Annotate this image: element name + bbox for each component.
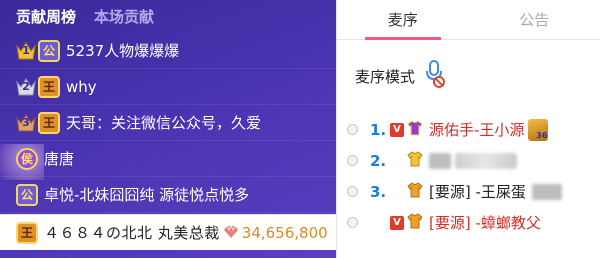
blurred-content <box>429 152 451 169</box>
ranking-user-name: why <box>66 77 97 96</box>
ranking-row[interactable]: 1 公 5237人物爆爆爆 <box>0 33 336 69</box>
rank-number: 1 <box>22 44 30 57</box>
queue-scrollbar[interactable] <box>594 44 598 254</box>
blurred-content <box>455 152 517 169</box>
queue-item[interactable]: 2. <box>347 145 600 176</box>
queue-user-name: [要源] -王屎蛋 <box>429 183 526 201</box>
king-badge-icon: 王 <box>38 111 60 134</box>
queue-item[interactable]: 3. [要源] -王屎蛋 <box>347 176 600 207</box>
king-badge-icon: 王 <box>16 221 38 244</box>
yellow-shirt-icon <box>407 150 423 171</box>
queue-user-name: 源佑手-王小源 <box>429 121 525 139</box>
ranking-user-name: 5237人物爆爆爆 <box>66 42 180 60</box>
king-shirt-icon <box>407 212 423 233</box>
queue-tabs: 麦序 公告 <box>337 0 600 40</box>
mic-mode-label: 麦序模式 <box>355 67 416 86</box>
vip-badge: V <box>390 215 404 230</box>
ranking-row[interactable]: 3 王 天哥：关注微信公众号，久爱 <box>0 105 336 141</box>
tab-notice[interactable]: 公告 <box>469 0 600 39</box>
queue-select-radio[interactable] <box>347 124 358 135</box>
ranking-user-name: 卓悦-北妹囧囧纯 源徒悦点悦多 <box>44 186 250 204</box>
mic-queue-panel: 麦序 公告 麦序模式 1. V 源佑手-王小源 36 2. 3. [要源] -王… <box>336 0 600 258</box>
vip-badge: V <box>390 122 404 137</box>
rank-number: 2 <box>22 80 30 93</box>
queue-number: 1. <box>370 120 387 139</box>
my-contribution-score: 34,656,800 <box>241 223 328 242</box>
ranking-tabs: 贡献周榜 本场贡献 <box>0 0 336 33</box>
mic-queue-list: 1. V 源佑手-王小源 36 2. 3. [要源] -王屎蛋 V [要源] -… <box>347 114 600 238</box>
ranking-row[interactable]: 侯 唐唐 <box>0 141 336 177</box>
king-level-badge-icon: 36 <box>528 118 549 141</box>
rank-number: 3 <box>22 116 30 129</box>
purple-shirt-icon <box>407 119 423 140</box>
ranking-row[interactable]: 公 卓悦-北妹囧囧纯 源徒悦点悦多 <box>0 177 336 213</box>
rank-3-crown-icon: 3 <box>16 112 36 134</box>
ranking-list: 1 公 5237人物爆爆爆 2 王 why 3 王 天哥：关注微信公众号，久爱 … <box>0 33 336 213</box>
rank-1-crown-icon: 1 <box>16 40 36 62</box>
queue-user-name: [要源] -蟑螂教父 <box>429 214 541 232</box>
my-user-name: ４６８４の北北 丸美总裁 <box>44 224 220 242</box>
queue-item[interactable]: V [要源] -蟑螂教父 <box>347 207 600 238</box>
rank-2-crown-icon: 2 <box>16 76 36 98</box>
duke-badge-icon: 公 <box>16 183 38 206</box>
mic-disabled-icon[interactable] <box>425 60 445 92</box>
queue-select-radio[interactable] <box>347 155 358 166</box>
duke-badge-icon: 公 <box>38 39 60 62</box>
tab-mic-queue[interactable]: 麦序 <box>337 0 469 40</box>
ranking-row[interactable]: 2 王 why <box>0 69 336 105</box>
queue-number: 2. <box>370 151 387 170</box>
tab-this-show-contribution[interactable]: 本场贡献 <box>94 6 154 27</box>
gem-icon <box>223 223 238 242</box>
king-badge-icon: 王 <box>38 75 60 98</box>
ranking-user-name: 天哥：关注微信公众号，久爱 <box>66 114 262 132</box>
queue-number: 3. <box>370 182 387 201</box>
king-shirt-icon <box>407 181 423 202</box>
mic-mode-row: 麦序模式 <box>355 60 445 92</box>
ranking-user-name: 唐唐 <box>44 150 75 168</box>
marquis-badge-icon: 侯 <box>16 147 38 170</box>
tab-weekly-contribution[interactable]: 贡献周榜 <box>16 6 76 27</box>
queue-item[interactable]: 1. V 源佑手-王小源 36 <box>347 114 600 145</box>
queue-select-radio[interactable] <box>347 186 358 197</box>
blurred-content <box>531 183 562 200</box>
queue-select-radio[interactable] <box>347 217 358 228</box>
